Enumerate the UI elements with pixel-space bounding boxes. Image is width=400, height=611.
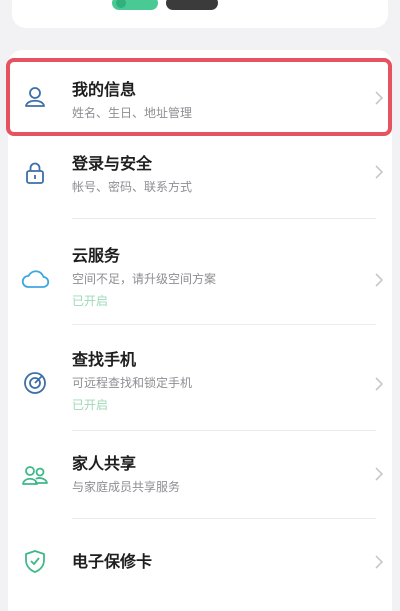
- menu-item-my-info[interactable]: 我的信息 姓名、生日、地址管理: [8, 62, 392, 132]
- level-badge[interactable]: [166, 0, 218, 10]
- status-label: 已开启: [72, 398, 109, 412]
- person-icon: [20, 82, 50, 112]
- chevron-right-icon: [372, 464, 386, 484]
- family-icon: [20, 460, 50, 490]
- menu-item-title: 登录与安全: [72, 154, 153, 173]
- menu-item-title: 我的信息: [72, 80, 137, 99]
- menu-item-title: 查找手机: [72, 350, 137, 369]
- header-badges: [112, 0, 222, 10]
- chevron-right-icon: [372, 88, 386, 108]
- chevron-right-icon: [372, 270, 386, 290]
- radar-icon: [20, 368, 50, 398]
- chevron-right-icon: [372, 374, 386, 394]
- menu-item-cloud-service[interactable]: 云服务 空间不足，请升级空间方案 已开启: [8, 232, 392, 324]
- menu-item-warranty-card[interactable]: 电子保修卡: [8, 530, 392, 592]
- chevron-right-icon: [372, 162, 386, 182]
- menu-item-title: 家人共享: [72, 454, 137, 473]
- menu-item-subtitle: 姓名、生日、地址管理: [72, 106, 193, 120]
- divider: [72, 324, 376, 325]
- menu-item-login-security[interactable]: 登录与安全 帐号、密码、联系方式: [8, 138, 392, 218]
- member-badge[interactable]: [112, 0, 158, 10]
- settings-list: 我的信息 姓名、生日、地址管理 登录与安全 帐号、密码、联系方式 云服务 空间不…: [8, 50, 392, 611]
- menu-item-subtitle: 与家庭成员共享服务: [72, 480, 181, 494]
- menu-item-family-sharing[interactable]: 家人共享 与家庭成员共享服务: [8, 442, 392, 514]
- account-header-card: [12, 0, 388, 28]
- status-label: 已开启: [72, 294, 109, 308]
- divider: [72, 218, 376, 219]
- shield-icon: [20, 546, 50, 576]
- menu-item-title: 电子保修卡: [72, 552, 153, 571]
- chevron-right-icon: [372, 552, 386, 572]
- divider: [72, 430, 376, 431]
- cloud-icon: [20, 264, 50, 294]
- lock-icon: [20, 158, 50, 188]
- menu-item-subtitle: 空间不足，请升级空间方案: [72, 272, 217, 286]
- menu-item-title: 云服务: [72, 246, 121, 265]
- menu-item-subtitle: 帐号、密码、联系方式: [72, 180, 193, 194]
- menu-item-find-phone[interactable]: 查找手机 可远程查找和锁定手机 已开启: [8, 336, 392, 428]
- menu-item-subtitle: 可远程查找和锁定手机: [72, 376, 193, 390]
- divider: [72, 518, 376, 519]
